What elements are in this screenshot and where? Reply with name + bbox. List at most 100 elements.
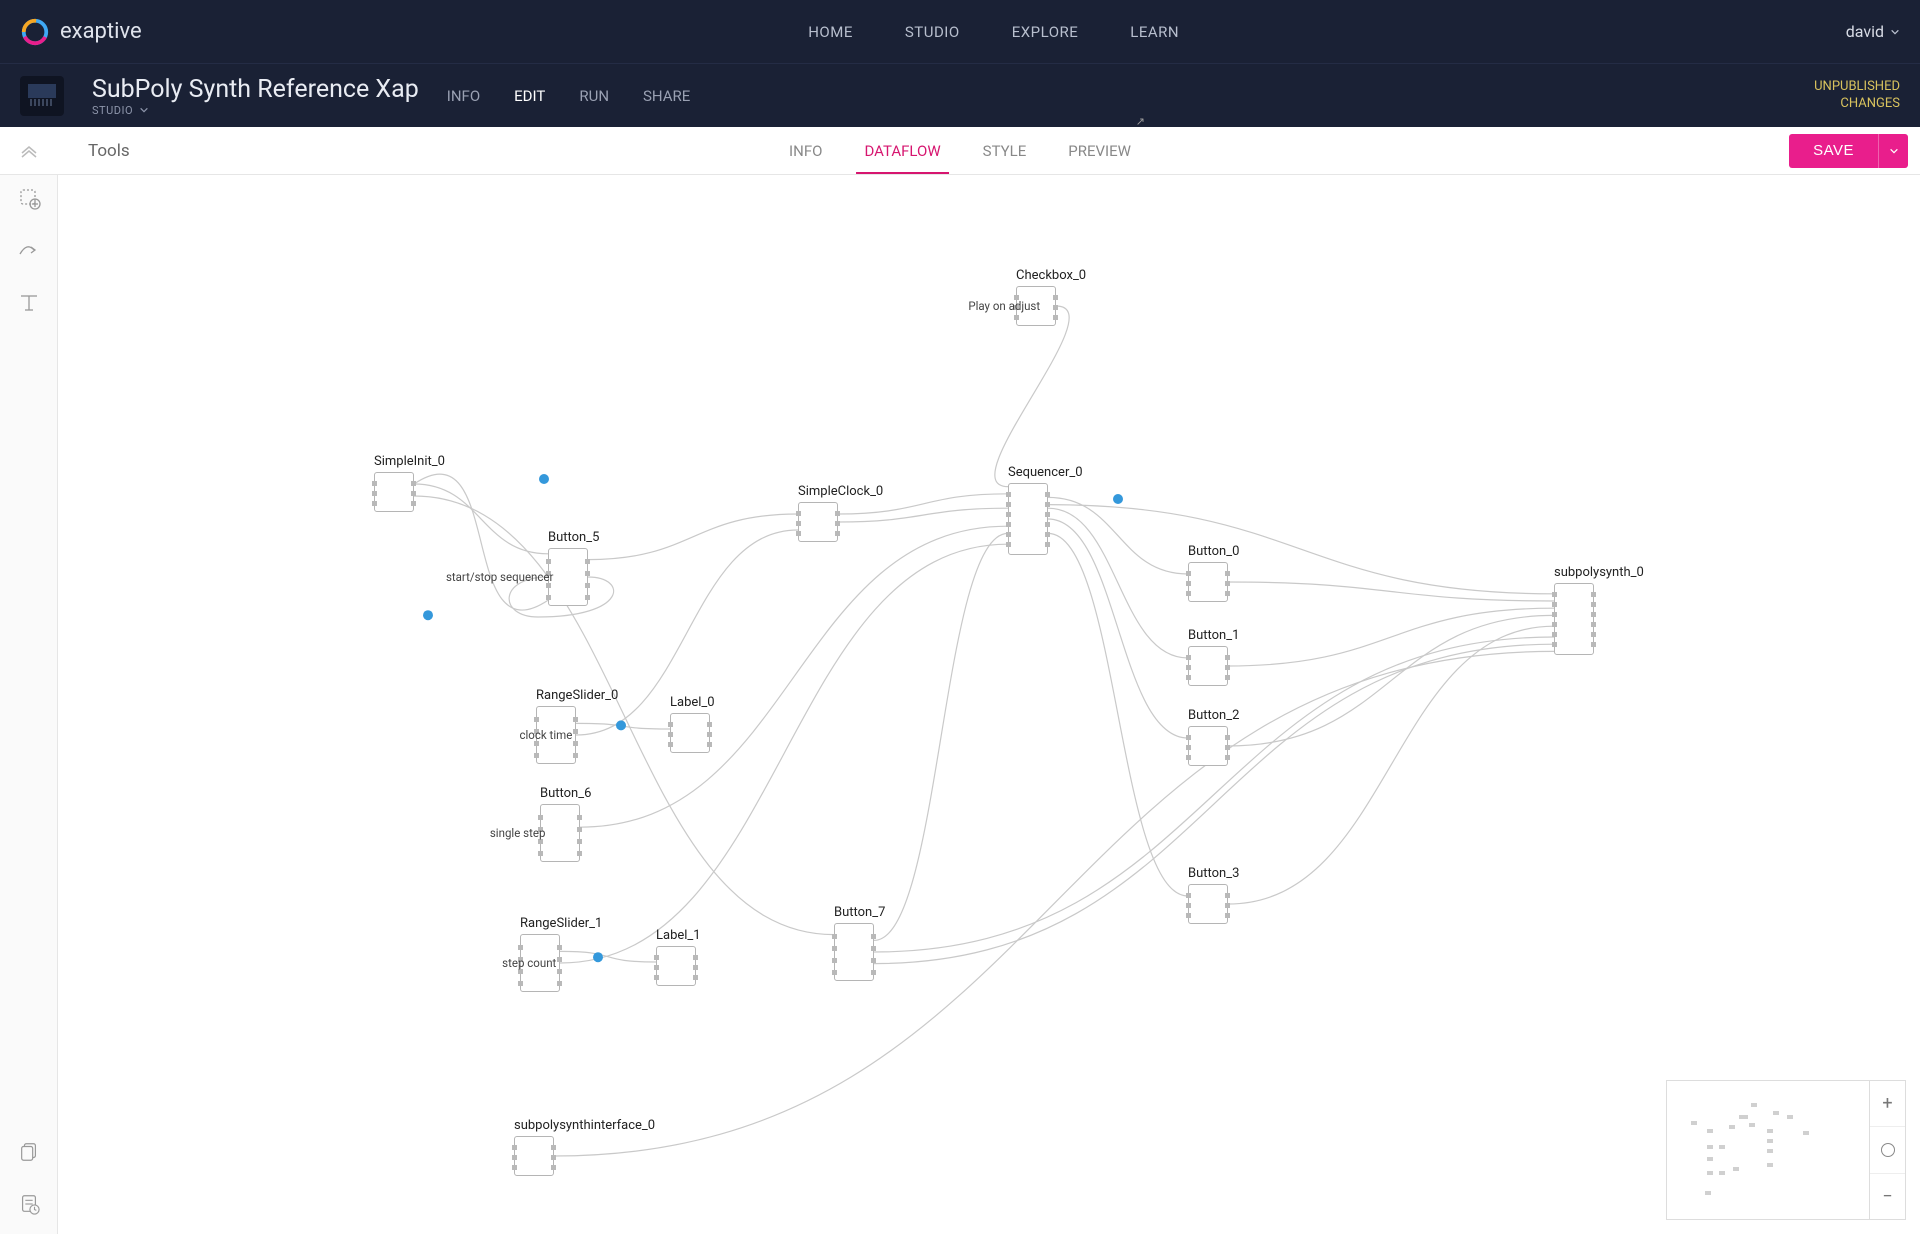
status-line-2: CHANGES <box>1814 96 1900 113</box>
node-box[interactable] <box>1008 483 1048 555</box>
brand-logo-icon <box>20 17 50 47</box>
save-dropdown[interactable] <box>1878 134 1908 168</box>
node-box[interactable] <box>656 946 696 986</box>
app-bar: SubPoly Synth Reference Xap STUDIO INFO … <box>0 63 1920 127</box>
edge[interactable] <box>580 526 1008 827</box>
tools-menu[interactable]: Tools <box>88 141 130 161</box>
editor-tab-info[interactable]: INFO <box>789 127 822 174</box>
node-label0[interactable]: Label_0 <box>670 695 715 753</box>
node-label: RangeSlider_1 <box>520 916 602 931</box>
app-title-block: SubPoly Synth Reference Xap STUDIO <box>92 75 419 117</box>
node-label1[interactable]: Label_1 <box>656 928 701 986</box>
user-menu[interactable]: david <box>1846 22 1900 41</box>
tab-run[interactable]: RUN <box>579 87 609 105</box>
edge-knob[interactable] <box>539 474 549 484</box>
node-caption: step count <box>502 956 556 970</box>
zoom-fit-button[interactable] <box>1870 1126 1905 1172</box>
node-box[interactable] <box>834 923 874 981</box>
tab-edit[interactable]: EDIT <box>514 87 545 105</box>
edge[interactable] <box>414 496 834 935</box>
editor-tab-style[interactable]: STYLE <box>983 127 1027 174</box>
edges-layer <box>58 175 1920 1234</box>
edge[interactable] <box>995 306 1069 487</box>
node-box[interactable] <box>1188 726 1228 766</box>
status-line-1: UNPUBLISHED <box>1814 79 1900 96</box>
node-box[interactable] <box>1188 646 1228 686</box>
nav-home[interactable]: HOME <box>808 23 853 41</box>
history-icon[interactable] <box>15 1190 43 1218</box>
appbar-tabs: INFO EDIT RUN SHARE <box>447 87 691 105</box>
save-button[interactable]: SAVE <box>1789 134 1878 168</box>
edge[interactable] <box>1048 533 1188 896</box>
node-caption: Play on adjust <box>968 299 1040 313</box>
minimap-view[interactable] <box>1667 1081 1869 1219</box>
node-label: SimpleClock_0 <box>798 484 883 499</box>
node-button3[interactable]: Button_3 <box>1188 866 1239 924</box>
node-button1[interactable]: Button_1 <box>1188 628 1239 686</box>
edge-knob[interactable] <box>1113 494 1123 504</box>
text-icon[interactable] <box>15 289 43 317</box>
edge[interactable] <box>1228 608 1554 666</box>
nav-center: HOME STUDIO EXPLORE LEARN <box>142 23 1846 41</box>
node-sequencer0[interactable]: Sequencer_0 <box>1008 465 1083 555</box>
copy-icon[interactable] <box>15 1138 43 1166</box>
node-button5[interactable]: Button_5start/stop sequencer <box>548 530 599 606</box>
brand[interactable]: exaptive <box>20 17 142 47</box>
editor-tab-preview[interactable]: PREVIEW ↗ <box>1068 127 1131 174</box>
node-button0[interactable]: Button_0 <box>1188 544 1239 602</box>
node-box[interactable] <box>1188 884 1228 924</box>
node-subpolyif0[interactable]: subpolysynthinterface_0 <box>514 1118 655 1176</box>
node-box[interactable] <box>1188 562 1228 602</box>
editor-tab-preview-label: PREVIEW <box>1068 142 1131 160</box>
node-label: Label_0 <box>670 695 715 710</box>
node-button7[interactable]: Button_7 <box>834 905 885 981</box>
context-dropdown[interactable]: STUDIO <box>92 104 419 117</box>
editor-tab-dataflow[interactable]: DATAFLOW <box>864 127 940 174</box>
left-toolbar <box>0 175 58 1234</box>
node-label: RangeSlider_0 <box>536 688 618 703</box>
node-box[interactable] <box>1554 583 1594 655</box>
edge[interactable] <box>1228 615 1554 746</box>
app-icon <box>20 76 64 116</box>
nav-studio[interactable]: STUDIO <box>905 23 960 41</box>
connection-icon[interactable] <box>15 237 43 265</box>
tab-info[interactable]: INFO <box>447 87 480 105</box>
edge[interactable] <box>1048 505 1554 594</box>
node-box[interactable] <box>540 804 580 862</box>
node-label: Checkbox_0 <box>1016 268 1086 283</box>
top-nav: exaptive HOME STUDIO EXPLORE LEARN david <box>0 0 1920 63</box>
editor-tabs: INFO DATAFLOW STYLE PREVIEW ↗ <box>789 127 1131 174</box>
node-subpoly0[interactable]: subpolysynth_0 <box>1554 565 1644 655</box>
node-rangeslider1[interactable]: RangeSlider_1step count <box>520 916 602 992</box>
node-box[interactable] <box>374 472 414 512</box>
zoom-out-button[interactable]: − <box>1870 1173 1905 1219</box>
collapse-icon[interactable] <box>20 144 38 158</box>
node-rangeslider0[interactable]: RangeSlider_0clock time <box>536 688 618 764</box>
nav-explore[interactable]: EXPLORE <box>1012 23 1079 41</box>
zoom-in-button[interactable]: + <box>1870 1081 1905 1126</box>
nav-learn[interactable]: LEARN <box>1130 23 1179 41</box>
page-title: SubPoly Synth Reference Xap <box>92 75 419 104</box>
node-simpleclock0[interactable]: SimpleClock_0 <box>798 484 883 542</box>
node-box[interactable] <box>514 1136 554 1176</box>
edge-knob[interactable] <box>423 610 433 620</box>
node-label: Button_1 <box>1188 628 1239 643</box>
node-label: Button_3 <box>1188 866 1239 881</box>
node-simpleinit0[interactable]: SimpleInit_0 <box>374 454 445 512</box>
node-checkbox0[interactable]: Checkbox_0Play on adjust <box>1016 268 1086 326</box>
chevron-down-icon <box>139 105 149 115</box>
add-component-icon[interactable] <box>15 185 43 213</box>
node-label: Sequencer_0 <box>1008 465 1083 480</box>
dataflow-canvas[interactable]: Checkbox_0Play on adjustSimpleInit_0Butt… <box>58 175 1920 1234</box>
edge[interactable] <box>874 533 1008 940</box>
minimap: + − <box>1666 1080 1906 1220</box>
node-button2[interactable]: Button_2 <box>1188 708 1239 766</box>
popout-icon[interactable]: ↗ <box>1136 115 1145 128</box>
edge[interactable] <box>1228 582 1554 601</box>
node-box[interactable] <box>798 502 838 542</box>
node-box[interactable] <box>670 713 710 753</box>
node-button6[interactable]: Button_6single step <box>540 786 591 862</box>
node-box[interactable] <box>548 548 588 606</box>
edge[interactable] <box>560 544 1008 963</box>
tab-share[interactable]: SHARE <box>643 87 690 105</box>
